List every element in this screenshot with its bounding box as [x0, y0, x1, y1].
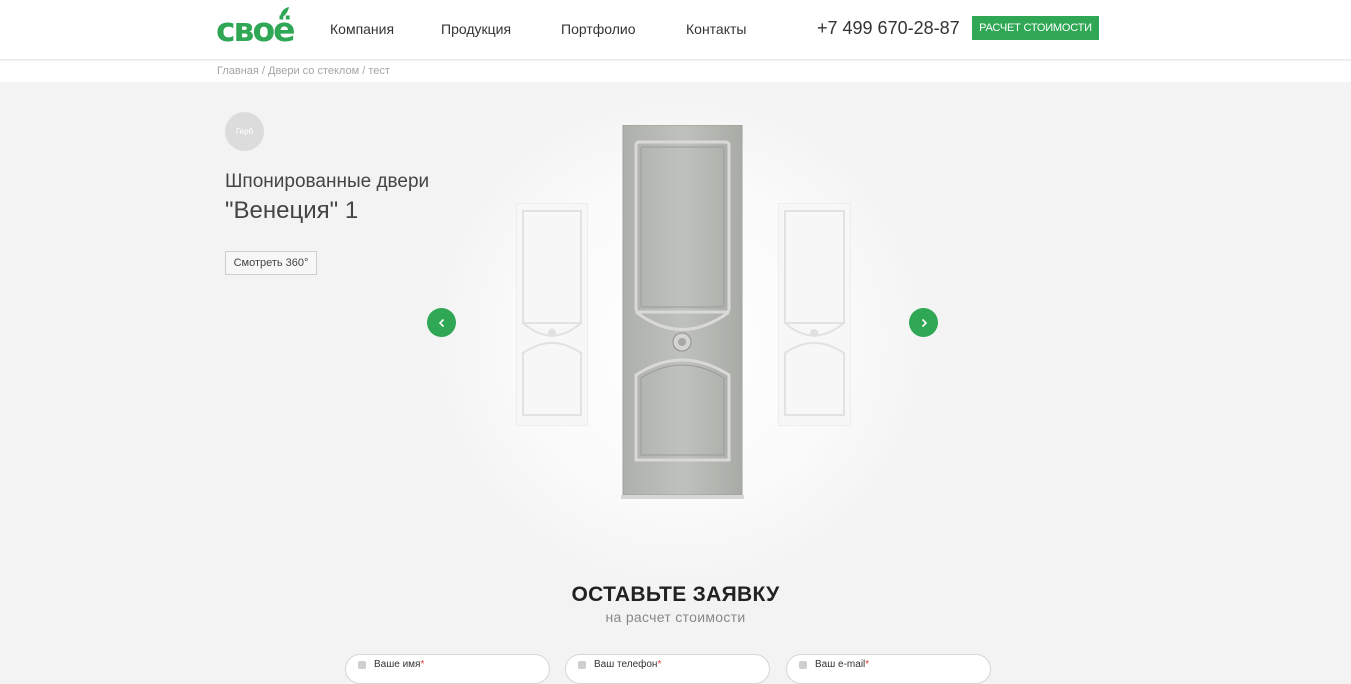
- mail-icon: [799, 661, 807, 669]
- phone-field[interactable]: Ваш телефон*: [565, 654, 770, 684]
- breadcrumb-category[interactable]: Двери со стеклом: [268, 65, 359, 77]
- view-360-button[interactable]: Смотреть 360°: [225, 251, 317, 275]
- nav-item-portfolio[interactable]: Портфолио: [561, 20, 636, 38]
- nav-item-products[interactable]: Продукция: [441, 20, 511, 38]
- phone-link[interactable]: +7 499 670-28-87: [817, 17, 960, 39]
- name-field[interactable]: Ваше имя*: [345, 654, 550, 684]
- breadcrumb-separator: /: [258, 65, 269, 77]
- breadcrumb-separator: /: [359, 65, 369, 77]
- phone-placeholder: Ваш телефон*: [594, 659, 662, 670]
- request-form-title: ОСТАВЬТЕ ЗАЯВКУ: [571, 583, 780, 606]
- breadcrumb: Главная / Двери со стеклом / тест: [217, 65, 390, 78]
- breadcrumb-current: тест: [368, 65, 390, 77]
- product-name: "Венеция" 1: [225, 197, 359, 224]
- door-main-image: [621, 125, 744, 499]
- request-form-subtitle: на расчет стоимости: [605, 609, 746, 625]
- logo[interactable]: своё: [216, 6, 296, 50]
- collection-badge: Герб: [225, 112, 264, 151]
- nav-item-company[interactable]: Компания: [330, 20, 394, 38]
- calculate-cost-button[interactable]: РАСЧЕТ СТОИМОСТИ: [972, 16, 1099, 40]
- slider-next-button[interactable]: [909, 308, 938, 337]
- chevron-left-icon: [438, 318, 444, 327]
- nav-item-contacts[interactable]: Контакты: [686, 20, 746, 38]
- door-preview-left[interactable]: [516, 203, 588, 426]
- breadcrumb-home[interactable]: Главная: [217, 65, 259, 77]
- product-category-title: Шпонированные двери: [225, 171, 430, 192]
- site-header: своё Компания Продукция Портфолио Контак…: [0, 0, 1351, 60]
- email-field[interactable]: Ваш e-mail*: [786, 654, 991, 684]
- name-placeholder: Ваше имя*: [374, 659, 425, 670]
- chevron-right-icon: [921, 318, 927, 327]
- user-icon: [358, 661, 366, 669]
- slider-prev-button[interactable]: [427, 308, 456, 337]
- breadcrumb-bar: Главная / Двери со стеклом / тест: [0, 61, 1351, 82]
- phone-icon: [578, 661, 586, 669]
- door-preview-right[interactable]: [778, 203, 851, 426]
- leaf-icon: [280, 7, 289, 19]
- email-placeholder: Ваш e-mail*: [815, 659, 870, 670]
